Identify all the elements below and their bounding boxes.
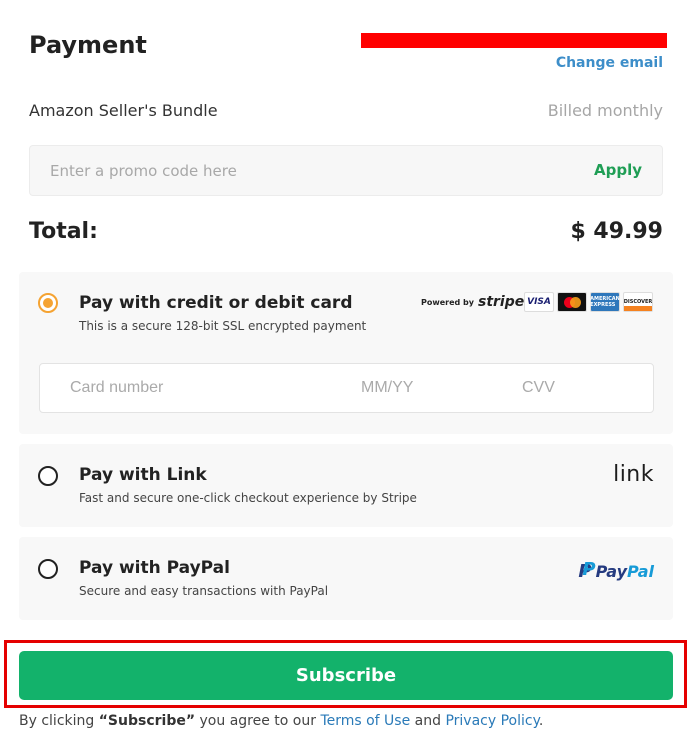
link-method-subtitle: Fast and secure one-click checkout exper…: [79, 491, 417, 505]
card-number-input[interactable]: [70, 364, 350, 412]
amex-icon: AMERICAN EXPRESS: [590, 292, 620, 312]
discover-icon: DISCOVER: [623, 292, 653, 312]
mastercard-icon: [557, 292, 587, 312]
product-name: Amazon Seller's Bundle: [29, 101, 218, 120]
powered-by-text: Powered by: [421, 297, 474, 307]
card-radio[interactable]: [38, 293, 58, 313]
powered-by-stripe-badge: Powered by stripe: [421, 294, 524, 310]
redacted-email: [361, 33, 667, 48]
stripe-logo: stripe: [478, 294, 525, 310]
paypal-icon: PP: [578, 559, 596, 582]
paypal-radio[interactable]: [38, 559, 58, 579]
terms-of-use-link[interactable]: Terms of Use: [320, 713, 410, 729]
payment-method-paypal[interactable]: Pay with PayPal Secure and easy transact…: [19, 537, 673, 620]
link-logo: link: [613, 462, 654, 487]
terms-text: By clicking “Subscribe” you agree to our…: [19, 713, 544, 729]
subscribe-button[interactable]: Subscribe: [19, 651, 673, 700]
total-value: $ 49.99: [570, 219, 663, 244]
paypal-logo: PP PayPal: [578, 559, 654, 582]
page-title: Payment: [29, 31, 147, 59]
change-email-link[interactable]: Change email: [556, 55, 663, 71]
card-cvv-input[interactable]: [522, 364, 642, 412]
paypal-logo-pay: Pay: [595, 562, 628, 581]
card-expiry-input[interactable]: [361, 364, 491, 412]
payment-method-card[interactable]: Pay with credit or debit card This is a …: [19, 272, 673, 434]
paypal-method-title: Pay with PayPal: [79, 558, 230, 578]
card-brand-logos: VISA AMERICAN EXPRESS DISCOVER: [524, 292, 653, 312]
paypal-logo-pal: Pal: [627, 562, 654, 581]
link-method-title: Pay with Link: [79, 465, 207, 485]
card-method-subtitle: This is a secure 128-bit SSL encrypted p…: [79, 319, 367, 333]
link-radio[interactable]: [38, 466, 58, 486]
apply-button[interactable]: Apply: [594, 161, 642, 179]
promo-code-input[interactable]: [30, 146, 570, 195]
privacy-policy-link[interactable]: Privacy Policy: [445, 713, 538, 729]
terms-subscribe-ref: “Subscribe”: [98, 713, 196, 729]
promo-code-box: Apply: [29, 145, 663, 196]
card-method-title: Pay with credit or debit card: [79, 293, 353, 313]
billing-period: Billed monthly: [547, 101, 663, 120]
payment-method-link[interactable]: Pay with Link Fast and secure one-click …: [19, 444, 673, 527]
visa-icon: VISA: [524, 292, 554, 312]
paypal-method-subtitle: Secure and easy transactions with PayPal: [79, 584, 329, 598]
card-details-field: [39, 363, 654, 413]
total-label: Total:: [29, 219, 98, 244]
